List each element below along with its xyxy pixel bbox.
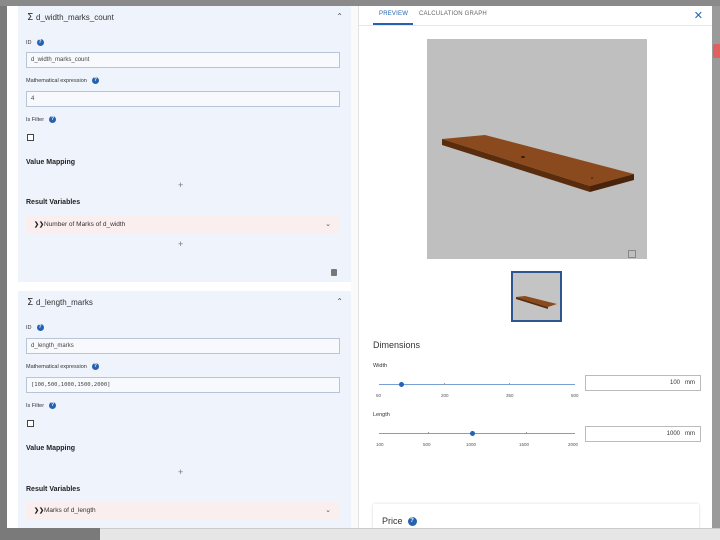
length-tick-label: 1500 (519, 442, 530, 447)
help-icon[interactable]: ? (91, 363, 99, 370)
id-field[interactable]: d_width_marks_count (26, 52, 340, 68)
id-label-text: ID (26, 39, 32, 46)
width-tick-label: 50 (376, 393, 382, 398)
is-filter-checkbox[interactable] (27, 134, 34, 141)
double-chevron-icon: ❯❯ (34, 508, 45, 514)
background-page-footer (100, 528, 720, 540)
sigma-icon: Σ (27, 12, 34, 23)
price-heading-text: Price (382, 516, 403, 526)
width-value: 100 (669, 380, 680, 386)
length-tick-label: 100 (376, 442, 384, 447)
wooden-board-render (442, 135, 634, 192)
is-filter-label-text: Is Filter (26, 116, 45, 123)
width-input[interactable]: 100 mm (585, 375, 701, 391)
is-filter-label-text: Is Filter (26, 402, 45, 409)
help-icon[interactable]: ? (49, 116, 57, 123)
is-filter-label: Is Filter? (26, 116, 57, 123)
id-label: ID? (26, 39, 44, 46)
expression-label: Mathematical expression? (26, 363, 99, 370)
length-tick-label: 2000 (568, 442, 579, 447)
add-value-mapping-button[interactable]: + (178, 180, 183, 190)
length-unit: mm (685, 431, 695, 437)
id-label: ID? (26, 324, 44, 331)
preview-thumbnail[interactable] (511, 271, 562, 322)
expression-label-text: Mathematical expression (26, 363, 87, 370)
variable-card-width-marks-count: Σ d_width_marks_count ⌃ ID? d_width_mark… (18, 6, 351, 282)
dimensions-heading: Dimensions (373, 340, 421, 350)
card-header[interactable]: Σ d_length_marks ⌃ (18, 291, 351, 315)
result-variables-heading: Result Variables (26, 199, 81, 206)
result-variable-label: Number of Marks of d_width (44, 221, 126, 228)
close-icon[interactable]: ✕ (694, 9, 703, 22)
chevron-down-icon[interactable]: ⌄ (325, 506, 331, 514)
tick-mark (428, 432, 429, 434)
tab-calculation-graph[interactable]: CALCULATION GRAPH (419, 11, 487, 17)
thumbnail-board-render (516, 296, 557, 309)
help-icon[interactable]: ? (91, 77, 99, 84)
tick-mark (444, 383, 445, 385)
length-slider-track[interactable] (379, 433, 575, 434)
value-mapping-heading: Value Mapping (26, 159, 76, 166)
id-field[interactable]: d_length_marks (26, 338, 340, 354)
help-icon[interactable]: ? (36, 324, 44, 331)
help-icon[interactable]: ? (49, 402, 57, 409)
expression-field[interactable]: [100,500,1000,1500,2000] (26, 377, 340, 393)
card-header[interactable]: Σ d_width_marks_count ⌃ (18, 6, 351, 30)
3d-preview-viewport[interactable] (427, 39, 647, 259)
help-icon[interactable]: ? (36, 39, 44, 46)
variable-card-length-marks: Σ d_length_marks ⌃ ID? d_length_marks Ma… (18, 291, 351, 528)
is-filter-checkbox[interactable] (27, 420, 34, 427)
scrollbar[interactable] (351, 6, 358, 528)
price-card: Price? (373, 504, 699, 528)
width-unit: mm (685, 380, 695, 386)
active-tab-indicator (373, 23, 413, 25)
width-label: Width (373, 363, 388, 369)
sigma-icon: Σ (27, 297, 34, 308)
chevron-up-icon[interactable]: ⌃ (336, 297, 343, 306)
preview-panel: PREVIEW CALCULATION GRAPH ✕ Dimensions W… (358, 6, 712, 528)
width-slider-track[interactable] (379, 384, 575, 385)
variables-panel: Σ d_width_marks_count ⌃ ID? d_width_mark… (7, 6, 358, 528)
length-label: Length (373, 412, 390, 418)
card-title: d_length_marks (36, 298, 93, 307)
tick-mark (526, 432, 527, 434)
expression-label-text: Mathematical expression (26, 77, 87, 84)
value-mapping-heading: Value Mapping (26, 445, 76, 452)
add-value-mapping-button[interactable]: + (178, 467, 183, 477)
expression-label: Mathematical expression? (26, 77, 99, 84)
width-tick-label: 200 (441, 393, 449, 398)
tab-bar: PREVIEW CALCULATION GRAPH ✕ (359, 6, 712, 26)
width-slider-thumb[interactable] (399, 382, 404, 387)
fullscreen-icon[interactable] (628, 250, 636, 258)
help-icon[interactable]: ? (407, 517, 417, 527)
length-tick-label: 500 (423, 442, 431, 447)
length-input[interactable]: 1000 mm (585, 426, 701, 442)
length-slider-thumb[interactable] (470, 431, 475, 436)
is-filter-label: Is Filter? (26, 402, 57, 409)
background-indicator (713, 44, 720, 58)
trash-icon[interactable] (331, 269, 337, 276)
chevron-up-icon[interactable]: ⌃ (336, 12, 343, 21)
result-variable-label: Marks of d_length (44, 507, 96, 514)
component-editor-modal: Σ d_width_marks_count ⌃ ID? d_width_mark… (7, 6, 712, 528)
background-page-edge (712, 6, 720, 528)
width-tick-label: 500 (571, 393, 579, 398)
chevron-down-icon[interactable]: ⌄ (325, 220, 331, 228)
id-label-text: ID (26, 324, 32, 331)
price-heading: Price? (382, 516, 417, 527)
expression-field[interactable]: 4 (26, 91, 340, 107)
length-tick-label: 1000 (466, 442, 477, 447)
tab-preview[interactable]: PREVIEW (379, 11, 408, 17)
result-variable-item[interactable]: ❯❯ Marks of d_length ⌄ (26, 502, 340, 520)
length-value: 1000 (666, 431, 680, 437)
double-chevron-icon: ❯❯ (34, 222, 45, 228)
card-title: d_width_marks_count (36, 13, 114, 22)
width-tick-label: 350 (506, 393, 514, 398)
tick-mark (509, 383, 510, 385)
result-variable-item[interactable]: ❯❯ Number of Marks of d_width ⌄ (26, 216, 340, 234)
add-result-variable-button[interactable]: + (178, 239, 183, 249)
result-variables-heading: Result Variables (26, 486, 81, 493)
